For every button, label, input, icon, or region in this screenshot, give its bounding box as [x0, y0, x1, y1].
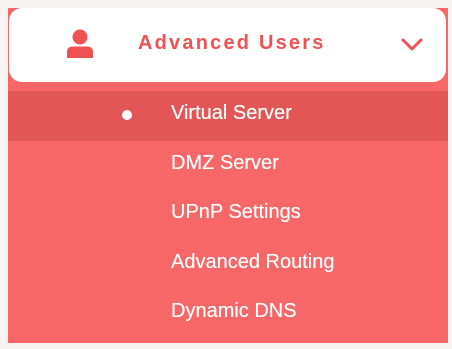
menu-item-virtual-server[interactable]: Virtual Server [8, 91, 448, 141]
menu-header-label: Advanced Users [138, 32, 326, 54]
menu-item-label: DMZ Server [171, 151, 279, 174]
menu-item-dynamic-dns[interactable]: Dynamic DNS [8, 289, 448, 339]
active-bullet-icon [122, 110, 132, 120]
advanced-users-menu: Advanced Users Virtual Server DMZ Server… [8, 8, 448, 343]
menu-item-label: Dynamic DNS [171, 300, 297, 322]
menu-item-advanced-routing[interactable]: Advanced Routing [8, 240, 448, 290]
menu-item-dmz-server[interactable]: DMZ Server [8, 141, 448, 191]
submenu-list: Virtual Server DMZ Server UPnP Settings … [8, 91, 448, 339]
menu-item-label: Virtual Server [171, 102, 292, 124]
menu-item-label: Advanced Routing [171, 250, 335, 273]
page-frame: Advanced Users Virtual Server DMZ Server… [0, 0, 452, 349]
chevron-down-icon[interactable] [401, 38, 423, 52]
menu-header-advanced-users[interactable]: Advanced Users [9, 8, 446, 82]
user-icon [66, 29, 94, 58]
menu-item-upnp-settings[interactable]: UPnP Settings [8, 190, 448, 240]
menu-item-label: UPnP Settings [171, 201, 301, 223]
